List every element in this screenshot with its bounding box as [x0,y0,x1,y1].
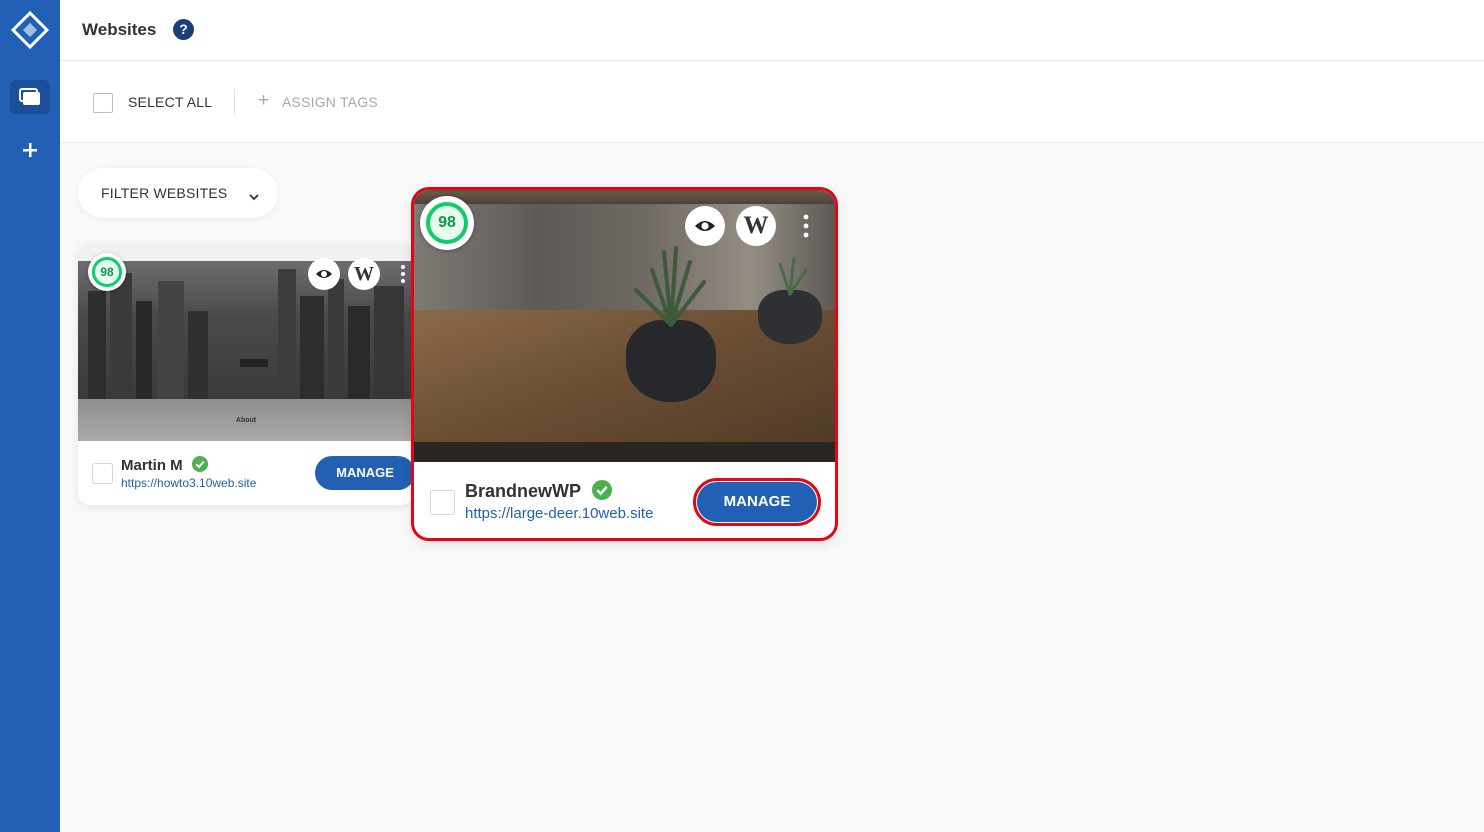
plus-icon: + [258,90,270,111]
chevron-down-icon [248,189,260,207]
check-circle-icon [592,480,612,505]
website-url-link[interactable]: https://large-deer.10web.site [465,505,653,522]
thumbnail-about-label: About [235,417,257,424]
header: Websites ? [60,0,1484,61]
website-name: BrandnewWP [465,481,582,501]
thumbnail-hero-button [240,359,268,367]
eye-icon[interactable] [308,258,340,290]
manage-button[interactable]: MANAGE [315,456,415,490]
toolbar: SELECT ALL + ASSIGN TAGS [60,61,1484,143]
sidebar [0,0,60,832]
filter-websites-dropdown[interactable]: FILTER WEBSITES [78,168,278,218]
filter-label: FILTER WEBSITES [101,185,228,201]
performance-score-badge[interactable]: 98 [420,196,474,250]
score-value: 98 [92,257,122,287]
performance-score-badge[interactable]: 98 [88,253,126,291]
score-value: 98 [426,202,468,244]
assign-tags-button[interactable]: ASSIGN TAGS [282,94,378,110]
website-checkbox[interactable] [92,463,113,484]
websites-icon[interactable] [10,80,50,114]
wordpress-icon[interactable]: W [348,258,380,290]
question-icon[interactable]: ? [173,19,194,40]
manage-highlight-outline [693,478,821,526]
page-title: Websites [82,20,157,39]
tenweb-logo-icon[interactable] [10,10,50,50]
more-vertical-icon[interactable] [802,214,810,238]
more-vertical-icon[interactable] [400,264,406,284]
website-name: Martin M [121,457,183,474]
plus-icon[interactable] [18,138,42,162]
select-all-label[interactable]: SELECT ALL [128,94,212,110]
website-url-link[interactable]: https://howto3.10web.site [121,476,256,490]
wordpress-icon[interactable]: W [736,206,776,246]
check-circle-icon [192,456,208,477]
eye-icon[interactable] [685,206,725,246]
select-all-checkbox[interactable] [93,93,113,113]
website-checkbox[interactable] [430,490,455,515]
toolbar-divider [234,89,235,115]
